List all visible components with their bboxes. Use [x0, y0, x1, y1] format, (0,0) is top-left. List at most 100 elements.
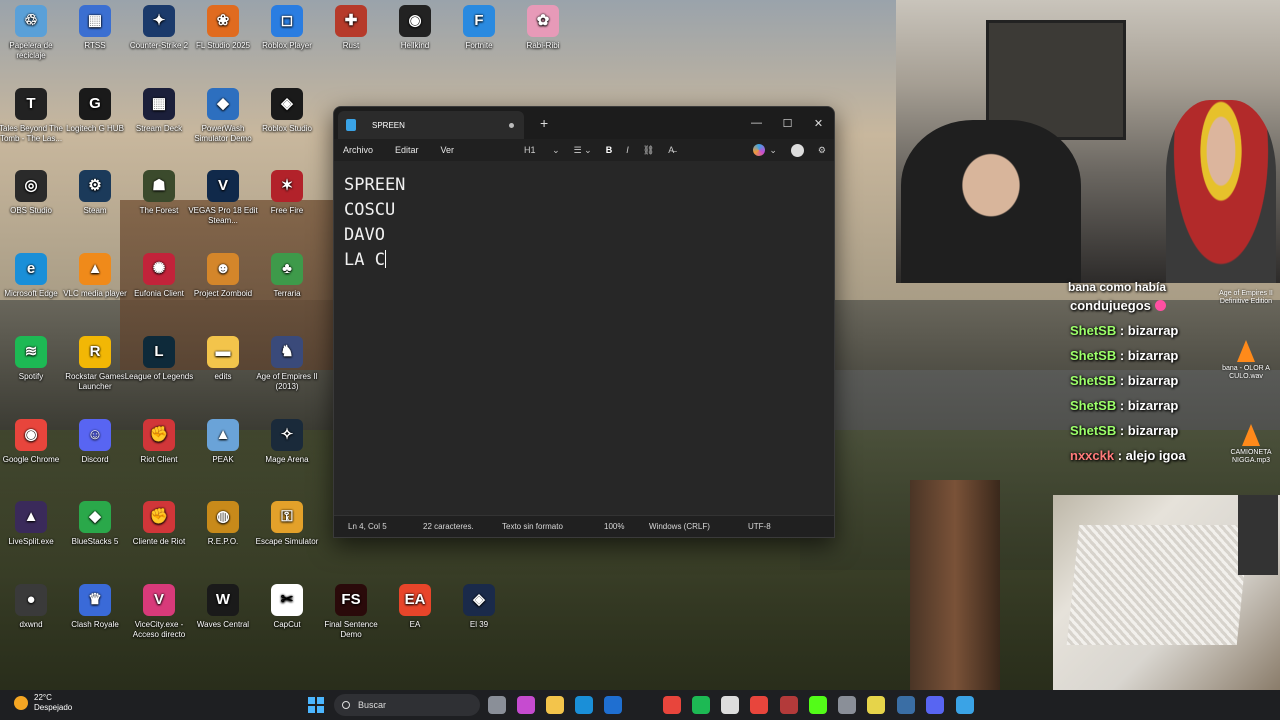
desktop-icon[interactable]: ✧ Mage Arena — [252, 419, 322, 499]
notepad-text-area[interactable]: SPREEN COSCU DAVO LA C — [334, 161, 834, 517]
account-icon[interactable] — [790, 143, 804, 157]
minimize-button[interactable]: — — [741, 117, 772, 130]
desktop-icon[interactable]: ◆ PowerWash Simulator Demo — [188, 88, 258, 168]
start-button[interactable] — [308, 697, 324, 713]
desktop-icon[interactable]: ⚿ Escape Simulator — [252, 501, 322, 581]
desktop-icon[interactable]: ☻ Project Zomboid — [188, 253, 258, 333]
desktop-icon[interactable]: ✂ CapCut — [252, 584, 322, 664]
edge-icon[interactable] — [575, 696, 593, 714]
unsaved-dot-icon[interactable] — [509, 123, 514, 128]
desktop-icon[interactable]: ▲ VLC media player — [60, 253, 130, 333]
text-line: DAVO — [344, 225, 385, 245]
desktop-icon[interactable]: T Tales Beyond The Tomb - The Las... — [0, 88, 66, 168]
desktop-icon[interactable]: ◈ El 39 — [444, 584, 514, 664]
desktop-icon[interactable]: ♛ Clash Royale — [60, 584, 130, 664]
logitech-icon[interactable] — [721, 696, 739, 714]
weather-widget[interactable]: 22°C Despejado — [14, 693, 72, 713]
desktop-icon[interactable]: ✶ Free Fire — [252, 170, 322, 250]
discord-icon[interactable] — [926, 696, 944, 714]
outlook-icon[interactable] — [604, 696, 622, 714]
desktop-icon[interactable]: ● dxwnd — [0, 584, 66, 664]
desktop-icon[interactable]: ◎ OBS Studio — [0, 170, 66, 250]
desktop-icon-label: dxwnd — [19, 620, 43, 629]
desktop-icon[interactable]: F Fortnite — [444, 5, 514, 85]
kick-icon[interactable] — [809, 696, 827, 714]
desktop-icon[interactable]: ◈ Roblox Studio — [252, 88, 322, 168]
desktop-icon[interactable]: W Waves Central — [188, 584, 258, 664]
heading-label: H1 — [524, 144, 536, 155]
menu-editar[interactable]: Editar — [395, 145, 419, 155]
desktop-icon[interactable]: L League of Legends — [124, 336, 194, 416]
new-tab-button[interactable]: + — [540, 115, 548, 131]
desktop-icon[interactable]: ❀ FL Studio 2025 — [188, 5, 258, 85]
notepad-active-icon[interactable] — [956, 696, 974, 714]
maximize-button[interactable]: ☐ — [772, 117, 803, 130]
desktop-icon[interactable]: ✚ Rust — [316, 5, 386, 85]
desktop-icon[interactable]: R Rockstar Games Launcher — [60, 336, 130, 416]
settings-gear-icon[interactable]: ⚙ — [818, 145, 826, 156]
desktop-icon[interactable]: ◆ BlueStacks 5 — [60, 501, 130, 581]
notepad-titlebar[interactable]: SPREEN + — ☐ ✕ — [334, 107, 834, 139]
zoom-level[interactable]: 100% — [604, 522, 624, 531]
encoding[interactable]: UTF-8 — [748, 522, 771, 531]
file-explorer-icon[interactable] — [546, 696, 564, 714]
desktop-icon[interactable]: ⚙ Steam — [60, 170, 130, 250]
clear-format-icon[interactable]: A̶ — [668, 145, 674, 155]
desktop-icon[interactable]: ≋ Spotify — [0, 336, 66, 416]
desktop-icon[interactable]: e Microsoft Edge — [0, 253, 66, 333]
desktop-icon[interactable]: EA EA — [380, 584, 450, 664]
desktop-icon[interactable]: ▦ RTSS — [60, 5, 130, 85]
settings-icon[interactable] — [838, 696, 856, 714]
desktop-icon[interactable]: ◉ Google Chrome — [0, 419, 66, 499]
desktop-icon[interactable]: ♣ Terraria — [252, 253, 322, 333]
desktop-icon[interactable]: ✊ Cliente de Riot — [124, 501, 194, 581]
bold-icon[interactable]: B — [606, 145, 613, 155]
desktop-icon-label: Steam — [83, 206, 107, 215]
heading-dropdown[interactable]: H1 ⌄ — [524, 145, 560, 156]
desktop-icon[interactable]: ♲ Papelera de reciclaje — [0, 5, 66, 85]
list-dropdown-icon[interactable]: ☰ ⌄ — [574, 145, 592, 156]
italic-icon[interactable]: I — [626, 145, 629, 155]
taskbar-search[interactable]: Buscar — [334, 694, 480, 716]
desktop-icon[interactable]: G Logitech G HUB — [60, 88, 130, 168]
desktop-icon[interactable]: ◍ R.E.P.O. — [188, 501, 258, 581]
menu-ver[interactable]: Ver — [441, 145, 455, 155]
desktop-icon[interactable]: ☗ The Forest — [124, 170, 194, 250]
desktop-icon[interactable]: ▬ edits — [188, 336, 258, 416]
steam-icon[interactable] — [897, 696, 915, 714]
copilot-icon[interactable] — [517, 696, 535, 714]
desktop-icon[interactable]: ✊ Riot Client — [124, 419, 194, 499]
desktop-icon[interactable]: FS Final Sentence Demo — [316, 584, 386, 664]
desktop-icon[interactable]: V VEGAS Pro 18 Edit Steam... — [188, 170, 258, 250]
line-ending[interactable]: Windows (CRLF) — [649, 522, 710, 531]
desktop-icon[interactable]: ▲ PEAK — [188, 419, 258, 499]
chat-text: : bizarrap — [1116, 398, 1179, 413]
desktop-icon[interactable]: ◻ Roblox Player — [252, 5, 322, 85]
chrome-icon[interactable] — [750, 696, 768, 714]
link-icon[interactable]: ⛓ — [643, 145, 654, 156]
desktop-icon[interactable]: ☺ Discord — [60, 419, 130, 499]
spotify-icon[interactable] — [692, 696, 710, 714]
close-button[interactable]: ✕ — [803, 117, 834, 130]
voicemeeter-icon[interactable] — [780, 696, 798, 714]
notepad-window[interactable]: SPREEN + — ☐ ✕ Archivo Editar Ver H1 ⌄ ☰… — [333, 106, 835, 538]
desktop-icon[interactable]: ♞ Age of Empires II (2013) — [252, 336, 322, 416]
text-format[interactable]: Texto sin formato — [502, 522, 563, 531]
chrome-icon[interactable] — [663, 696, 681, 714]
recycle-bin-icon: ♲ — [15, 5, 47, 37]
task-view-icon[interactable] — [488, 696, 506, 714]
desktop-icon[interactable]: ◉ Hellkind — [380, 5, 450, 85]
copilot-icon[interactable] — [753, 144, 766, 156]
notepad-tab[interactable]: SPREEN — [338, 111, 524, 139]
copilot-dropdown-icon[interactable]: ⌄ — [769, 145, 777, 156]
desktop-icon[interactable]: ▦ Stream Deck — [124, 88, 194, 168]
tab-title: SPREEN — [372, 120, 405, 130]
desktop-icon[interactable]: V ViceCity.exe - Acceso directo — [124, 584, 194, 664]
capcut-icon: ✂ — [271, 584, 303, 616]
menu-archivo[interactable]: Archivo — [343, 145, 373, 155]
desktop-icon[interactable]: ▲ LiveSplit.exe — [0, 501, 66, 581]
desktop-icon[interactable]: ✺ Eufonia Client — [124, 253, 194, 333]
notepad-icon[interactable] — [867, 696, 885, 714]
desktop-icon[interactable]: ✦ Counter-Strike 2 — [124, 5, 194, 85]
desktop-icon[interactable]: ✿ Rabi-Ribi — [508, 5, 578, 85]
